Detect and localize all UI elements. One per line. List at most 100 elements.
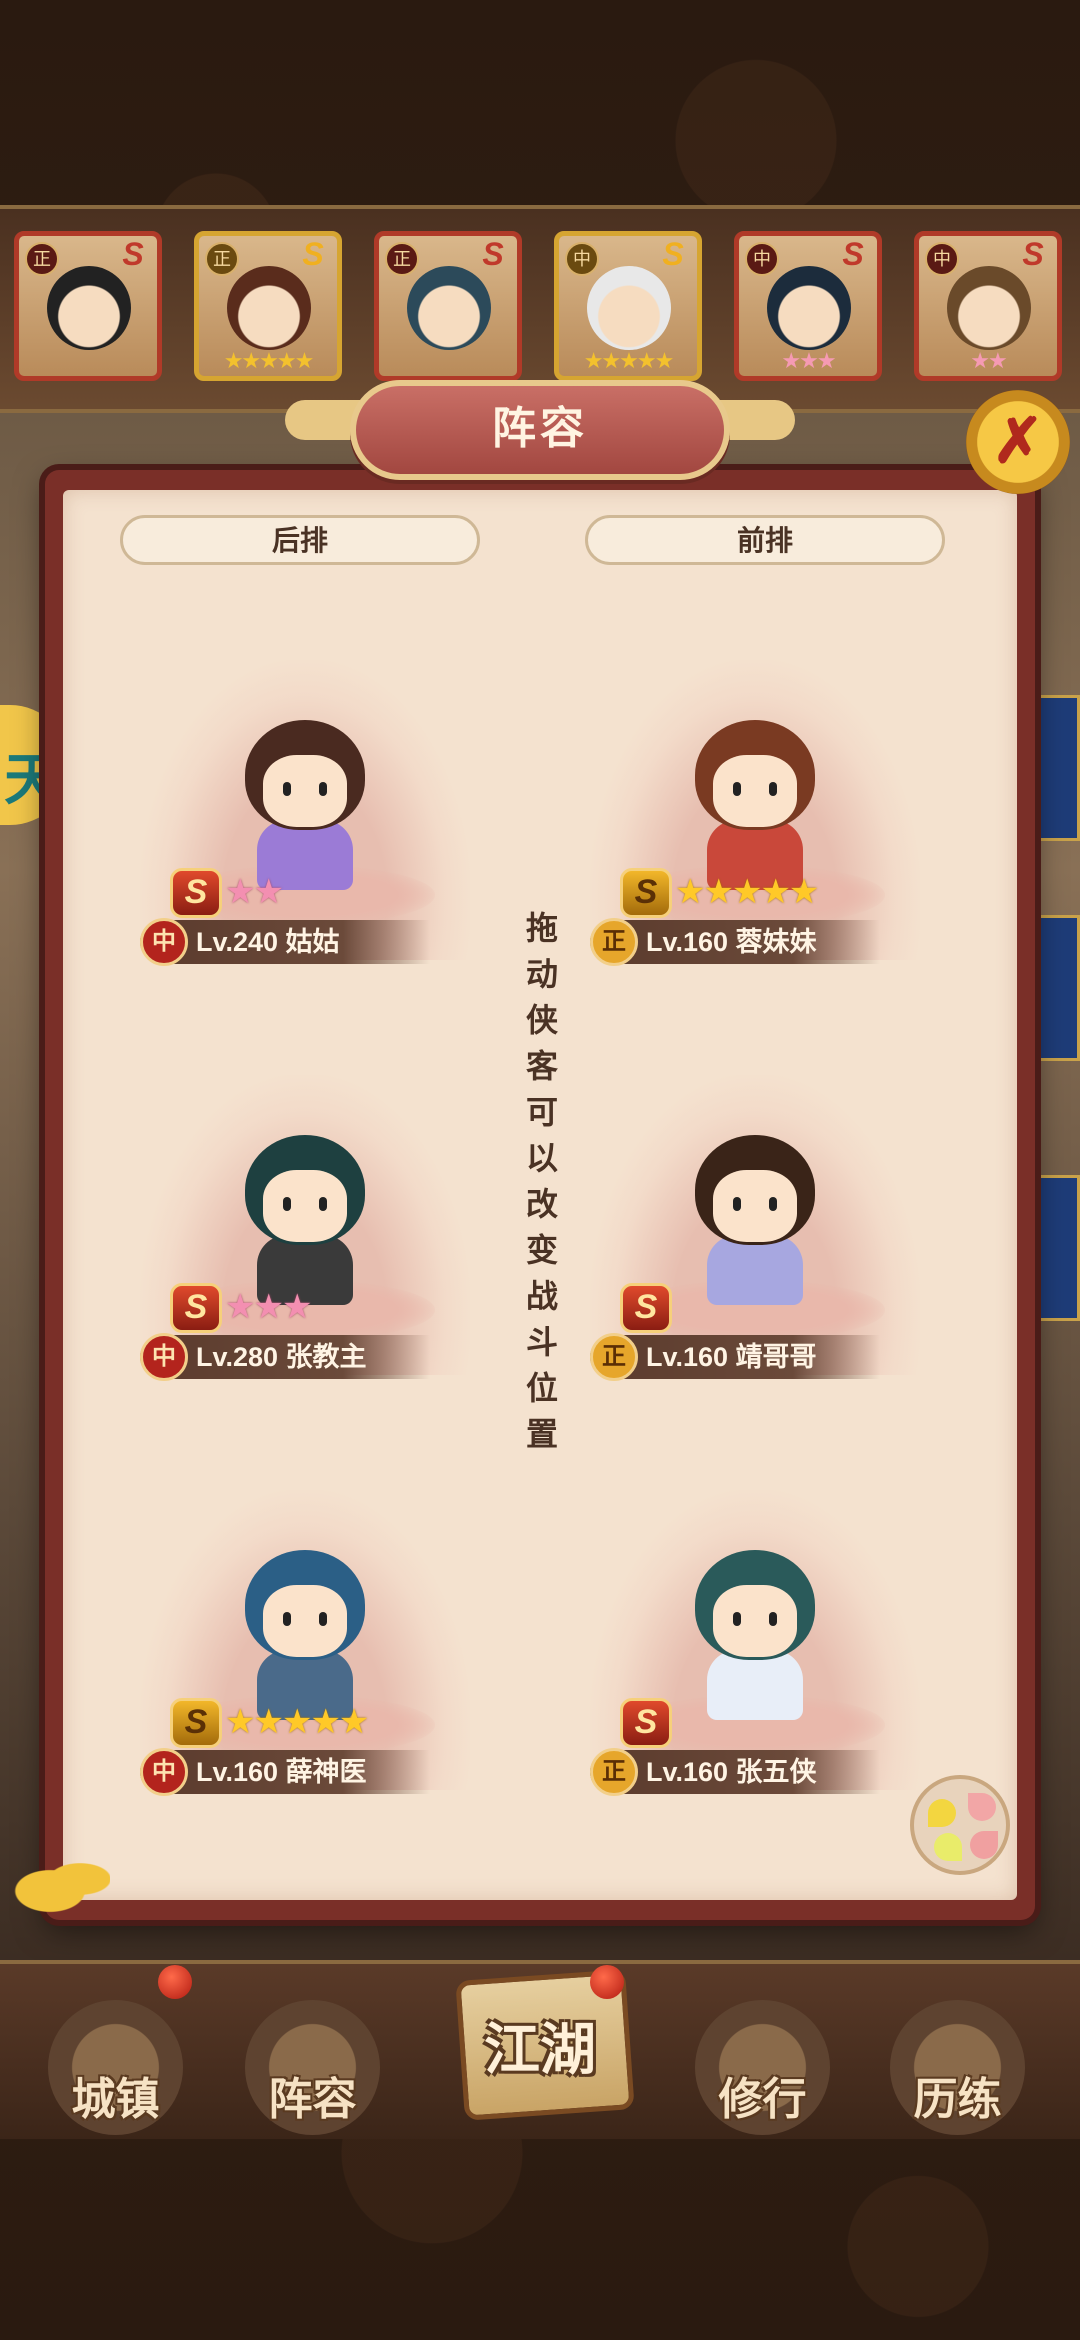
close-button[interactable]: ✗ [966,390,1070,494]
roster-hero-2[interactable]: 正 S ★★★★★ [194,231,342,381]
hero-portrait [767,266,851,350]
faction-badge: 中 [565,242,599,276]
faction-badge: 中 [140,918,188,966]
hero-portrait [587,266,671,350]
nav-label: 历练 [913,2075,1002,2124]
close-icon: ✗ [992,407,1044,476]
star-rating: ★★★★★ [675,873,819,911]
petal-icon [970,1831,998,1859]
hero-name-bar: 中 Lv.160 薛神医 [140,1748,430,1796]
petal-icon [928,1799,956,1827]
hero-eye [319,1197,327,1211]
hero-level-name: Lv.160 张五侠 [646,1757,817,1787]
star-rating: ★★★★★ [583,348,675,373]
nav-town-button[interactable]: 城镇 [48,2000,183,2135]
hero-eye [283,1197,291,1211]
grade-icon: S [662,236,684,272]
petal-icon [968,1793,996,1821]
faction-badge: 正 [590,1748,638,1796]
hero-eye [283,1612,291,1626]
hero-eye [769,782,777,796]
back-row-label: 后排 [120,515,480,565]
front-row-label: 前排 [585,515,945,565]
petal-icon [934,1833,962,1861]
roster-hero-1[interactable]: 正 S [14,231,162,381]
hero-eye [733,1197,741,1211]
cloud-ornament [10,1855,110,1915]
grade-icon: S [620,1698,672,1748]
grade-icon: S [170,1283,222,1333]
star-rating: ★★★★★ [223,348,315,373]
panel-title: 阵容 [492,404,588,453]
hero-name-bar: 中 Lv.240 姑姑 [140,918,430,966]
hero-eye [319,782,327,796]
hero-portrait [227,266,311,350]
faction-badge: 中 [140,1748,188,1796]
panel-title-plaque: 阵容 [350,380,730,480]
hero-eye [283,782,291,796]
grade-icon: S [122,236,144,272]
hero-face [713,755,797,827]
hero-portrait [47,266,131,350]
hero-portrait [947,266,1031,350]
faction-badge: 正 [205,242,239,276]
hero-body [707,1650,803,1720]
formation-toggle-button[interactable] [910,1775,1010,1875]
hero-sprite[interactable] [685,720,825,890]
lineup-slot-front-1[interactable]: S ★★★★★ 正 Lv.160 蓉妹妹 [590,660,920,990]
grade-icon: S [842,236,864,272]
faction-badge: 中 [140,1333,188,1381]
grade-icon: S [302,236,324,272]
faction-badge: 正 [590,1333,638,1381]
grade-icon: S [170,1698,222,1748]
lineup-slot-back-1[interactable]: S ★★ 中 Lv.240 姑姑 [140,660,470,990]
hero-sprite[interactable] [685,1135,825,1305]
hero-name-bar: 正 Lv.160 靖哥哥 [590,1333,880,1381]
nav-trial-button[interactable]: 历练 [890,2000,1025,2135]
hero-level-name: Lv.160 薛神医 [196,1757,367,1787]
roster-hero-3[interactable]: 正 S [374,231,522,381]
grade-icon: S [620,868,672,918]
lineup-slot-front-2[interactable]: S 正 Lv.160 靖哥哥 [590,1075,920,1405]
grade-icon: S [170,868,222,918]
nav-label: 修行 [718,2075,807,2124]
hero-sprite[interactable] [235,720,375,890]
hero-level-name: Lv.160 蓉妹妹 [646,927,817,957]
hero-eye [769,1612,777,1626]
hero-eye [733,1612,741,1626]
roster-hero-4[interactable]: 中 S ★★★★★ [554,231,702,381]
faction-badge: 中 [745,242,779,276]
star-rating: ★★★ [781,348,836,373]
hero-level-name: Lv.240 姑姑 [196,927,340,957]
grade-icon: S [1022,236,1044,272]
star-rating: ★★★ [225,1288,312,1326]
hero-level-name: Lv.160 靖哥哥 [646,1342,817,1372]
hero-sprite[interactable] [235,1550,375,1720]
hero-face [263,1170,347,1242]
grade-icon: S [620,1283,672,1333]
faction-badge: 正 [590,918,638,966]
hero-name-bar: 正 Lv.160 蓉妹妹 [590,918,880,966]
hero-eye [319,1612,327,1626]
nav-training-button[interactable]: 修行 [695,2000,830,2135]
hero-name-bar: 正 Lv.160 张五侠 [590,1748,880,1796]
notification-dot [590,1965,624,1999]
nav-lineup-button[interactable]: 阵容 [245,2000,380,2135]
roster-hero-6[interactable]: 中 S ★★ [914,231,1062,381]
lineup-slot-back-2[interactable]: S ★★★ 中 Lv.280 张教主 [140,1075,470,1405]
lineup-slot-back-3[interactable]: S ★★★★★ 中 Lv.160 薛神医 [140,1490,470,1820]
hero-level-name: Lv.280 张教主 [196,1342,367,1372]
hero-face [713,1585,797,1657]
grade-icon: S [482,236,504,272]
hero-face [713,1170,797,1242]
faction-badge: 中 [925,242,959,276]
faction-badge: 正 [25,242,59,276]
hero-sprite[interactable] [685,1550,825,1720]
nav-label: 城镇 [71,2075,160,2124]
lineup-slot-front-3[interactable]: S 正 Lv.160 张五侠 [590,1490,920,1820]
roster-hero-5[interactable]: 中 S ★★★ [734,231,882,381]
hero-eye [733,782,741,796]
hero-sprite[interactable] [235,1135,375,1305]
nav-label: 阵容 [268,2075,357,2124]
star-rating: ★★ [225,873,284,911]
